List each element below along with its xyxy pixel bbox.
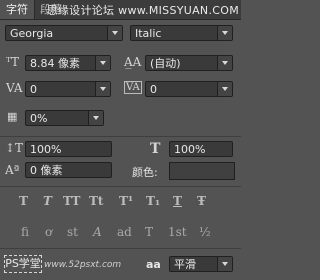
fractions-button[interactable]: ½ — [199, 224, 211, 240]
kerning-field[interactable]: 0 — [25, 81, 111, 97]
ligatures-button[interactable]: fi — [21, 224, 29, 240]
horizontal-scale-field[interactable]: 100% — [169, 141, 233, 157]
site-text: www.52psxt.com — [44, 260, 122, 270]
anti-alias-select[interactable]: 平滑 — [169, 256, 233, 272]
font-family-select[interactable]: Georgia — [5, 25, 123, 41]
horizontal-scale-icon: T — [150, 141, 161, 157]
font-family-value: Georgia — [10, 27, 54, 40]
leading-value: (自动) — [150, 57, 181, 70]
chevron-down-icon[interactable] — [217, 82, 232, 96]
watermark-text: 思缘设计论坛 www.MISSYUAN.COM — [46, 4, 239, 17]
underline-button[interactable]: T — [173, 193, 182, 209]
tracking-icon: VA — [124, 81, 142, 94]
vertical-scale-field[interactable]: 100% — [25, 141, 112, 157]
horizontal-scale-value: 100% — [174, 143, 206, 156]
chevron-down-icon[interactable] — [217, 56, 232, 70]
leading-icon: A̲A — [124, 55, 142, 69]
chevron-down-icon[interactable] — [95, 56, 110, 70]
language-badge: PS学堂 — [4, 255, 42, 273]
font-size-field[interactable]: 8.84 像素 — [25, 55, 111, 71]
strikethrough-button[interactable]: Ŧ — [197, 193, 206, 209]
tracking-field[interactable]: 0 — [145, 81, 233, 97]
chevron-down-icon[interactable] — [95, 82, 110, 96]
titling-alternates-button[interactable]: T — [145, 224, 153, 240]
faux-italic-button[interactable]: T — [43, 193, 52, 209]
superscript-button[interactable]: T¹ — [119, 193, 133, 209]
font-size-icon: ᵀT — [6, 55, 20, 69]
baseline-shift-value: 0 像素 — [30, 164, 63, 177]
baseline-shift-field[interactable]: 0 像素 — [25, 162, 112, 178]
color-label: 颜色: — [132, 166, 158, 179]
divider — [0, 136, 241, 137]
proportional-spacing-value: 0% — [30, 112, 48, 125]
small-caps-button[interactable]: Tt — [89, 193, 103, 209]
kerning-value: 0 — [30, 83, 37, 96]
anti-alias-value: 平滑 — [174, 258, 196, 271]
discretionary-ligatures-button[interactable]: ơ — [45, 224, 52, 240]
vertical-scale-value: 100% — [30, 143, 62, 156]
vertical-scale-icon: ↕T — [5, 141, 24, 155]
chevron-down-icon[interactable] — [217, 257, 232, 271]
chevron-down-icon[interactable] — [217, 26, 232, 40]
tsume-icon: ▦ — [7, 110, 18, 123]
stylistic-alternates-button[interactable]: ad — [117, 224, 132, 240]
baseline-shift-icon: Aª — [5, 163, 20, 177]
proportional-spacing-field[interactable]: 0% — [25, 110, 104, 126]
swash-button[interactable]: A — [93, 224, 102, 240]
all-caps-button[interactable]: TT — [63, 193, 80, 209]
divider — [0, 186, 241, 187]
chevron-down-icon[interactable] — [107, 26, 122, 40]
contextual-alternates-button[interactable]: st — [67, 224, 78, 240]
anti-alias-label: aa — [146, 258, 161, 271]
subscript-button[interactable]: T₁ — [146, 193, 160, 209]
font-style-select[interactable]: Italic — [130, 25, 233, 41]
font-size-value: 8.84 像素 — [30, 57, 80, 70]
color-swatch[interactable] — [169, 162, 235, 180]
font-style-value: Italic — [135, 27, 162, 40]
leading-field[interactable]: (自动) — [145, 55, 233, 71]
tab-character[interactable]: 字符 — [0, 0, 35, 19]
kerning-icon: VA — [6, 81, 23, 95]
faux-bold-button[interactable]: T — [19, 193, 28, 209]
divider — [0, 248, 241, 249]
tracking-value: 0 — [150, 83, 157, 96]
ordinals-button[interactable]: 1st — [168, 224, 187, 240]
chevron-down-icon[interactable] — [88, 111, 103, 125]
